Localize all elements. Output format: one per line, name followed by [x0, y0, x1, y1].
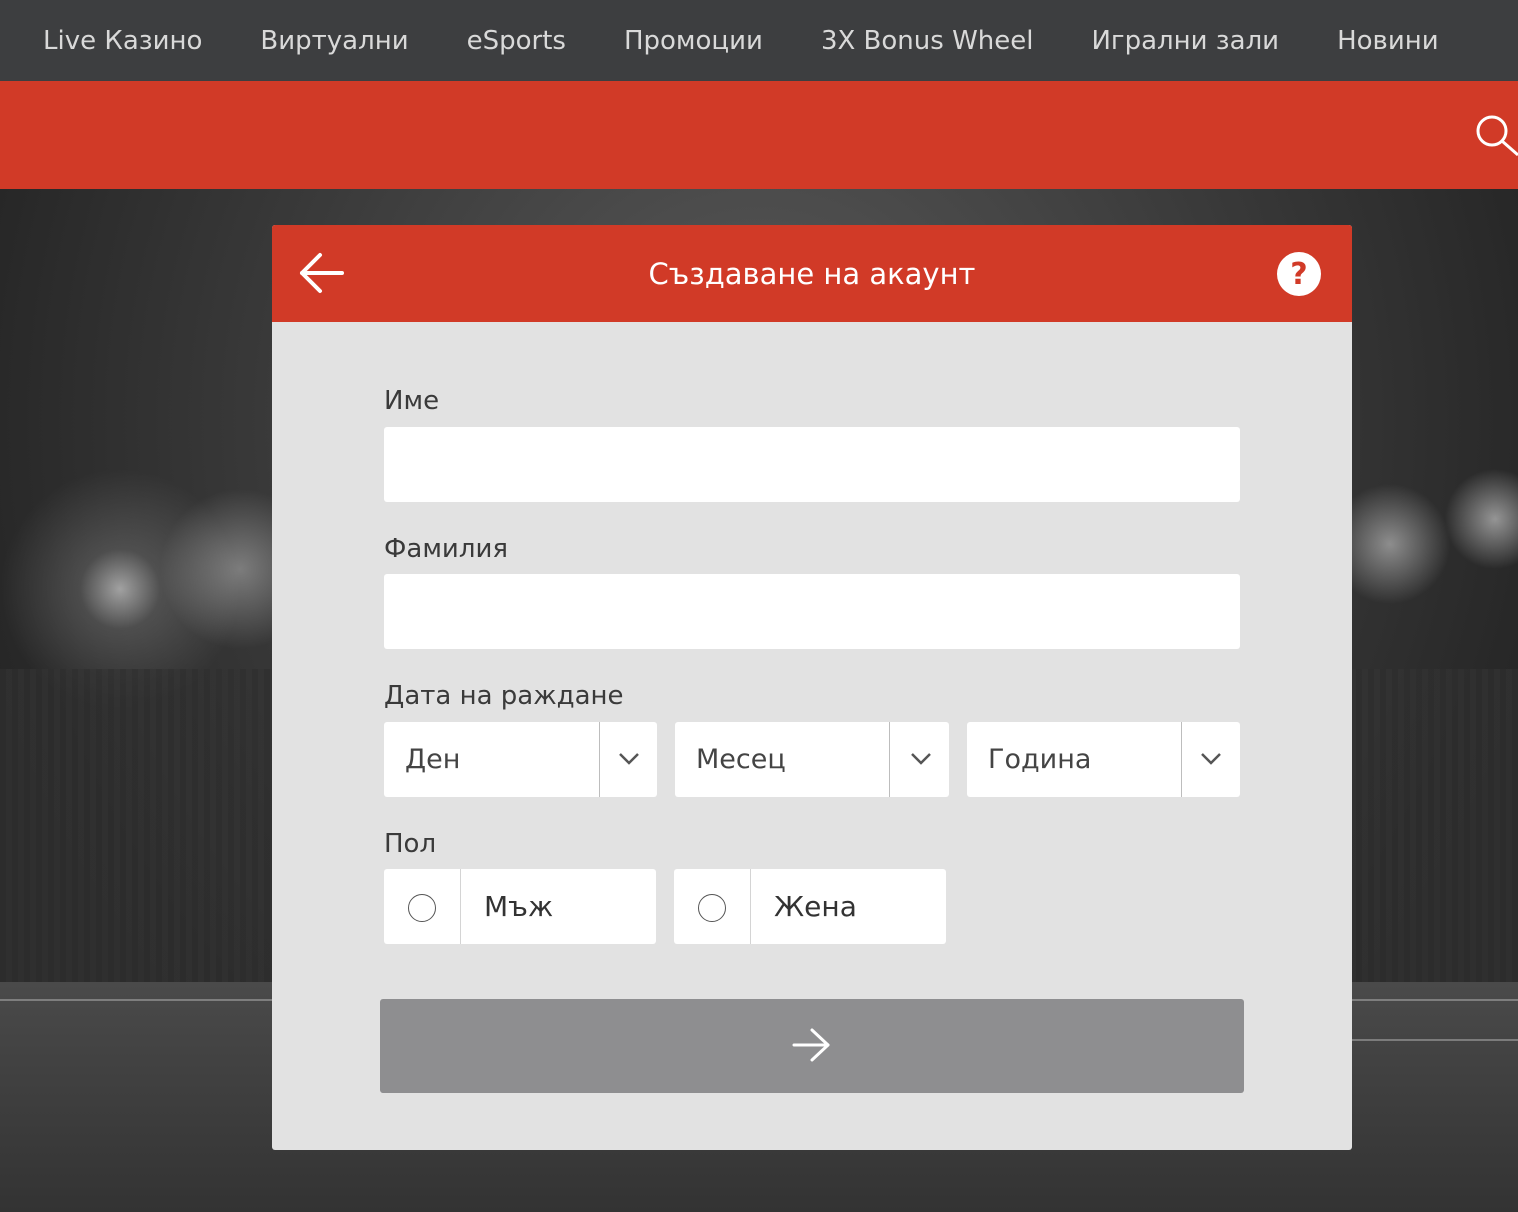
first-name-label: Име [384, 386, 440, 416]
radio-button[interactable] [698, 894, 726, 922]
nav-item-virtual[interactable]: Виртуални [260, 26, 408, 56]
nav-item-promotions[interactable]: Промоции [624, 26, 763, 56]
last-name-field[interactable] [384, 574, 1240, 649]
radio-divider [750, 869, 751, 944]
radio-divider [460, 869, 461, 944]
pitch-line [1350, 1039, 1518, 1041]
create-account-modal: Създаване на акаунт ? Име Фамилия Дата н… [272, 225, 1352, 1150]
top-navigation: Live Казино Виртуални eSports Промоции 3… [0, 0, 1518, 81]
first-name-field[interactable] [384, 427, 1240, 502]
chevron-down-icon [1199, 749, 1223, 769]
nav-item-live-casino[interactable]: Live Казино [43, 26, 202, 56]
gender-female-option[interactable]: Жена [674, 869, 946, 944]
header-bar [0, 81, 1518, 189]
chevron-down-icon [617, 749, 641, 769]
arrow-right-icon [792, 1027, 832, 1066]
arrow-left-icon[interactable] [298, 252, 344, 294]
year-select-value: Година [988, 744, 1092, 775]
nav-item-bonus-wheel[interactable]: 3X Bonus Wheel [821, 26, 1034, 56]
last-name-label: Фамилия [384, 534, 508, 564]
nav-item-esports[interactable]: eSports [467, 26, 566, 56]
modal-header: Създаване на акаунт ? [272, 225, 1352, 322]
svg-text:?: ? [1290, 257, 1307, 292]
radio-button[interactable] [408, 894, 436, 922]
select-divider [1181, 722, 1182, 797]
dob-label: Дата на раждане [384, 681, 624, 711]
gender-male-label: Мъж [484, 890, 554, 923]
next-button[interactable] [380, 999, 1244, 1093]
month-select-value: Месец [696, 744, 786, 775]
search-icon[interactable] [1472, 111, 1518, 157]
month-select[interactable]: Месец [675, 722, 949, 797]
gender-male-option[interactable]: Мъж [384, 869, 656, 944]
gender-female-label: Жена [774, 890, 857, 923]
gender-label: Пол [384, 829, 437, 859]
year-select[interactable]: Година [967, 722, 1240, 797]
nav-item-gaming-halls[interactable]: Игрални зали [1091, 26, 1279, 56]
modal-title: Създаване на акаунт [648, 256, 976, 291]
chevron-down-icon [909, 749, 933, 769]
question-circle-icon[interactable]: ? [1276, 251, 1322, 297]
select-divider [599, 722, 600, 797]
day-select-value: Ден [405, 744, 461, 775]
day-select[interactable]: Ден [384, 722, 657, 797]
nav-item-news[interactable]: Новини [1337, 26, 1439, 56]
select-divider [889, 722, 890, 797]
